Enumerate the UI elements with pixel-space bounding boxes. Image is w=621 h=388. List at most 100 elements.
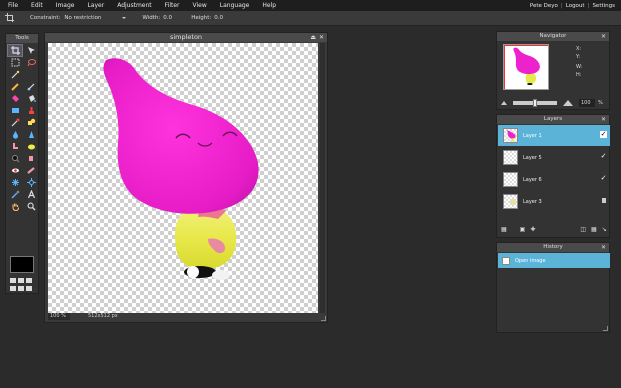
color-replace-tool-icon[interactable] bbox=[8, 117, 22, 128]
pencil-tool-icon[interactable] bbox=[8, 81, 22, 92]
canvas-dimensions: 512x512 px bbox=[88, 313, 118, 319]
vertical-scrollbar[interactable] bbox=[320, 43, 325, 313]
fill-tool-icon[interactable] bbox=[24, 93, 38, 104]
menu-file[interactable]: File bbox=[0, 2, 18, 9]
close-icon[interactable]: ✕ bbox=[319, 33, 324, 42]
user-area: Pete Deyo | Logout | Settings bbox=[530, 0, 615, 11]
history-item[interactable]: Open image bbox=[498, 253, 610, 268]
color-swatch[interactable] bbox=[10, 256, 34, 273]
tools-panel: Tools bbox=[5, 33, 39, 294]
layer-mask-icon[interactable]: ▣ bbox=[520, 226, 526, 233]
navigator-panel: Navigator ✕ X: Y: W: H: 100 % bbox=[496, 31, 610, 110]
new-layer-icon[interactable]: ◫ bbox=[580, 226, 586, 233]
eraser-tool-icon[interactable] bbox=[8, 93, 22, 104]
zoom-out-icon[interactable] bbox=[501, 101, 507, 105]
red-eye-tool-icon[interactable] bbox=[8, 165, 22, 176]
layer-thumbnail bbox=[503, 194, 518, 209]
constraint-select[interactable]: No restriction bbox=[64, 13, 128, 23]
menu-help[interactable]: Help bbox=[254, 2, 276, 9]
height-field[interactable]: 0.0 bbox=[214, 15, 234, 21]
zoom-slider[interactable] bbox=[513, 99, 557, 107]
user-name[interactable]: Pete Deyo bbox=[530, 3, 558, 9]
menu-layer[interactable]: Layer bbox=[79, 2, 104, 9]
navigator-thumbnail[interactable] bbox=[503, 44, 549, 90]
menu-edit[interactable]: Edit bbox=[23, 2, 43, 9]
stamp-tool-icon[interactable] bbox=[24, 105, 38, 116]
zoom-slider-knob[interactable] bbox=[533, 99, 537, 107]
layer-row[interactable]: Layer 3 bbox=[498, 191, 610, 212]
wand-tool-icon[interactable] bbox=[8, 69, 22, 80]
viewport-indicator[interactable] bbox=[504, 45, 548, 89]
history-item-label: Open image bbox=[515, 257, 546, 264]
spot-heal-tool-icon[interactable] bbox=[24, 165, 38, 176]
gradient-tool-icon[interactable] bbox=[8, 105, 22, 116]
drop-tool-icon[interactable] bbox=[8, 129, 22, 140]
layer-row[interactable]: Layer 6 ✓ bbox=[498, 169, 610, 190]
logout-link[interactable]: Logout bbox=[566, 3, 585, 9]
lasso-tool-icon[interactable] bbox=[24, 57, 38, 68]
zoom-level-field[interactable]: 100 % bbox=[48, 312, 70, 320]
pinch-tool-icon[interactable] bbox=[24, 177, 38, 188]
brush-tool-icon[interactable] bbox=[24, 81, 38, 92]
hand-tool-icon[interactable] bbox=[8, 201, 22, 212]
canvas-title-bar[interactable]: simpleton ⏏ ✕ bbox=[45, 33, 327, 42]
canvas-window: simpleton ⏏ ✕ 100 % 512x512 px bbox=[44, 32, 328, 323]
zoom-in-icon[interactable] bbox=[563, 100, 573, 106]
menu-view[interactable]: View bbox=[185, 2, 207, 9]
resize-handle[interactable] bbox=[321, 316, 326, 321]
menu-filter[interactable]: Filter bbox=[157, 2, 180, 9]
width-field[interactable]: 0.0 bbox=[163, 15, 183, 21]
history-title-text: History bbox=[543, 244, 563, 250]
navigator-zoom: 100 % bbox=[501, 98, 607, 108]
layer-row[interactable]: Layer 1 ✓ bbox=[498, 125, 610, 146]
sharpen-tool-icon[interactable] bbox=[24, 129, 38, 140]
restore-icon[interactable]: ⏏ bbox=[310, 33, 316, 42]
layer-toolbar: ▦ ▣ ✚ ◫ ▦ ↘ bbox=[501, 225, 607, 234]
panel-resize-handle[interactable] bbox=[603, 326, 608, 331]
close-icon[interactable]: ✕ bbox=[601, 32, 606, 41]
menu-image[interactable]: Image bbox=[48, 2, 75, 9]
zoom-input[interactable]: 100 bbox=[579, 99, 595, 107]
lock-icon bbox=[602, 198, 606, 203]
panel-resize-icon[interactable]: ↘ bbox=[602, 226, 607, 233]
grid-view-icon[interactable] bbox=[10, 278, 34, 292]
layers-panel: Layers ✕ Layer 1 ✓ Layer 5 ✓ Layer 6 ✓ L… bbox=[496, 114, 610, 238]
sponge-tool-icon[interactable] bbox=[24, 141, 38, 152]
menu-language[interactable]: Language bbox=[212, 2, 250, 9]
layer-settings-icon[interactable]: ▦ bbox=[501, 226, 507, 233]
bloat-tool-icon[interactable] bbox=[8, 177, 22, 188]
canvas-area[interactable] bbox=[48, 43, 318, 313]
close-icon[interactable]: ✕ bbox=[601, 243, 606, 252]
layer-name: Layer 3 bbox=[523, 198, 542, 205]
width-label: Width: bbox=[142, 15, 161, 21]
layer-name: Layer 5 bbox=[523, 154, 542, 161]
marquee-tool-icon[interactable] bbox=[8, 57, 22, 68]
crop-tool-icon[interactable] bbox=[7, 44, 23, 57]
options-bar: Constraint: No restriction Width: 0.0 He… bbox=[0, 11, 621, 26]
drawing-tool-icon[interactable] bbox=[24, 117, 38, 128]
open-image-icon bbox=[502, 256, 510, 265]
zoom-tool-icon[interactable] bbox=[24, 201, 38, 212]
move-tool-icon[interactable] bbox=[24, 45, 38, 56]
layer-thumbnail bbox=[503, 172, 518, 187]
burn-tool-icon[interactable] bbox=[24, 153, 38, 164]
add-layer-icon[interactable]: ✚ bbox=[530, 226, 535, 233]
blank-tool-slot bbox=[24, 69, 38, 80]
type-tool-icon[interactable] bbox=[24, 189, 38, 200]
delete-layer-icon[interactable]: ▦ bbox=[591, 226, 597, 233]
visibility-check-icon[interactable]: ✓ bbox=[600, 153, 607, 160]
close-icon[interactable]: ✕ bbox=[601, 115, 606, 124]
layer-row[interactable]: Layer 5 ✓ bbox=[498, 147, 610, 168]
visibility-check-icon[interactable]: ✓ bbox=[600, 131, 607, 138]
menu-adjustment[interactable]: Adjustment bbox=[109, 2, 151, 9]
separator: | bbox=[587, 2, 590, 9]
history-title: History ✕ bbox=[497, 243, 609, 252]
character-artwork bbox=[103, 58, 259, 280]
visibility-check-icon[interactable]: ✓ bbox=[600, 175, 607, 182]
settings-link[interactable]: Settings bbox=[592, 3, 615, 9]
zoom-unit: % bbox=[598, 100, 603, 106]
color-picker-tool-icon[interactable] bbox=[8, 189, 22, 200]
dodge-tool-icon[interactable] bbox=[8, 153, 22, 164]
smudge-tool-icon[interactable] bbox=[8, 141, 22, 152]
layers-title-text: Layers bbox=[543, 116, 563, 122]
